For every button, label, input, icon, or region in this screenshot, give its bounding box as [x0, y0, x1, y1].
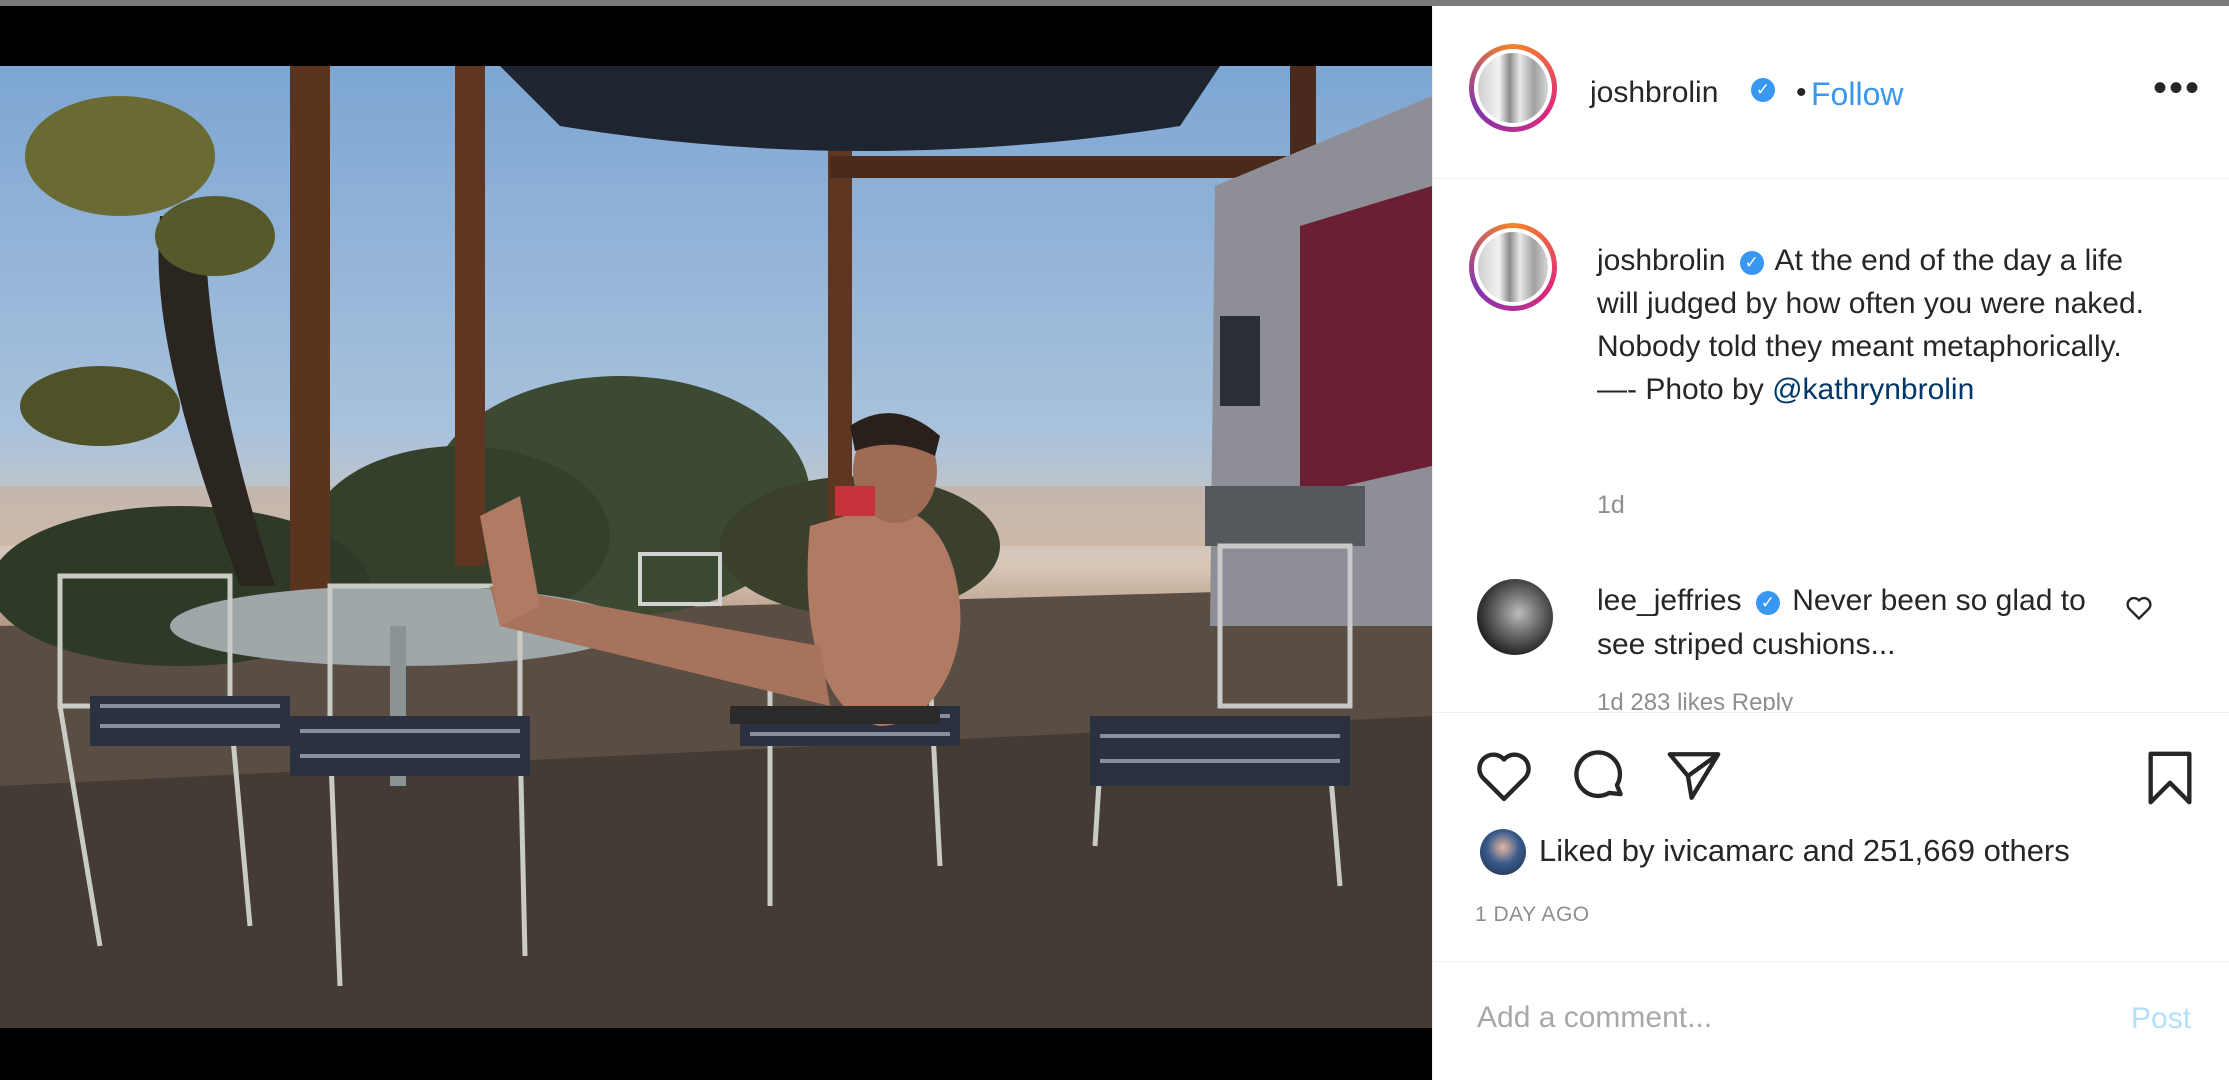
comment-meta: 1d 283 likes Reply — [1597, 689, 1794, 711]
paper-plane-icon[interactable] — [1665, 749, 1723, 808]
commenter-avatar[interactable] — [1477, 579, 1553, 655]
post-side-panel: joshbrolin ✓ • Follow ••• joshbrolin ✓ A… — [1432, 6, 2229, 1080]
comments-area[interactable]: joshbrolin ✓ At the end of the day a lif… — [1433, 179, 2229, 711]
verified-badge-icon: ✓ — [1751, 78, 1775, 102]
post-age[interactable]: 1 DAY AGO — [1475, 903, 1590, 927]
post-comment-button[interactable]: Post — [2131, 1002, 2191, 1036]
author-avatar[interactable] — [1469, 44, 1557, 132]
comment-like-heart-icon[interactable] — [2125, 595, 2153, 626]
post-photo[interactable] — [0, 66, 1432, 1028]
more-options-icon[interactable]: ••• — [2153, 66, 2201, 111]
verified-badge-icon: ✓ — [1755, 591, 1780, 615]
photo-pane — [0, 6, 1432, 1080]
caption-username[interactable]: joshbrolin — [1597, 244, 1725, 277]
commenter-username[interactable]: lee_jeffries — [1597, 584, 1742, 617]
heart-icon[interactable] — [1475, 749, 1533, 808]
likes-prefix: Liked by — [1539, 833, 1664, 868]
bookmark-icon[interactable] — [2145, 749, 2195, 812]
caption-author-avatar[interactable] — [1469, 223, 1557, 311]
post-actions: Liked by ivicamarc and 251,669 others 1 … — [1433, 712, 2229, 1079]
liker-avatar[interactable] — [1480, 829, 1526, 875]
follow-button[interactable]: Follow — [1811, 76, 1903, 113]
liker-username[interactable]: ivicamarc — [1663, 833, 1794, 868]
likes-count[interactable]: and 251,669 others — [1794, 833, 2070, 868]
add-comment-row: Post — [1433, 961, 2229, 1080]
author-username[interactable]: joshbrolin — [1590, 76, 1718, 110]
comment-item: lee_jeffries ✓ Never been so glad to see… — [1597, 579, 2117, 667]
comment-bubble-icon[interactable] — [1571, 747, 1629, 810]
photo-scene — [0, 66, 1432, 1028]
caption-mention-link[interactable]: @kathrynbrolin — [1772, 373, 1974, 406]
separator-dot: • — [1796, 76, 1807, 109]
verified-badge-icon: ✓ — [1739, 251, 1764, 275]
post-header: joshbrolin ✓ • Follow ••• — [1433, 6, 2229, 179]
post-caption: joshbrolin ✓ At the end of the day a lif… — [1597, 239, 2157, 411]
comment-input[interactable] — [1475, 992, 2099, 1044]
likes-summary: Liked by ivicamarc and 251,669 others — [1539, 833, 2070, 869]
caption-timestamp[interactable]: 1d — [1597, 491, 1625, 520]
